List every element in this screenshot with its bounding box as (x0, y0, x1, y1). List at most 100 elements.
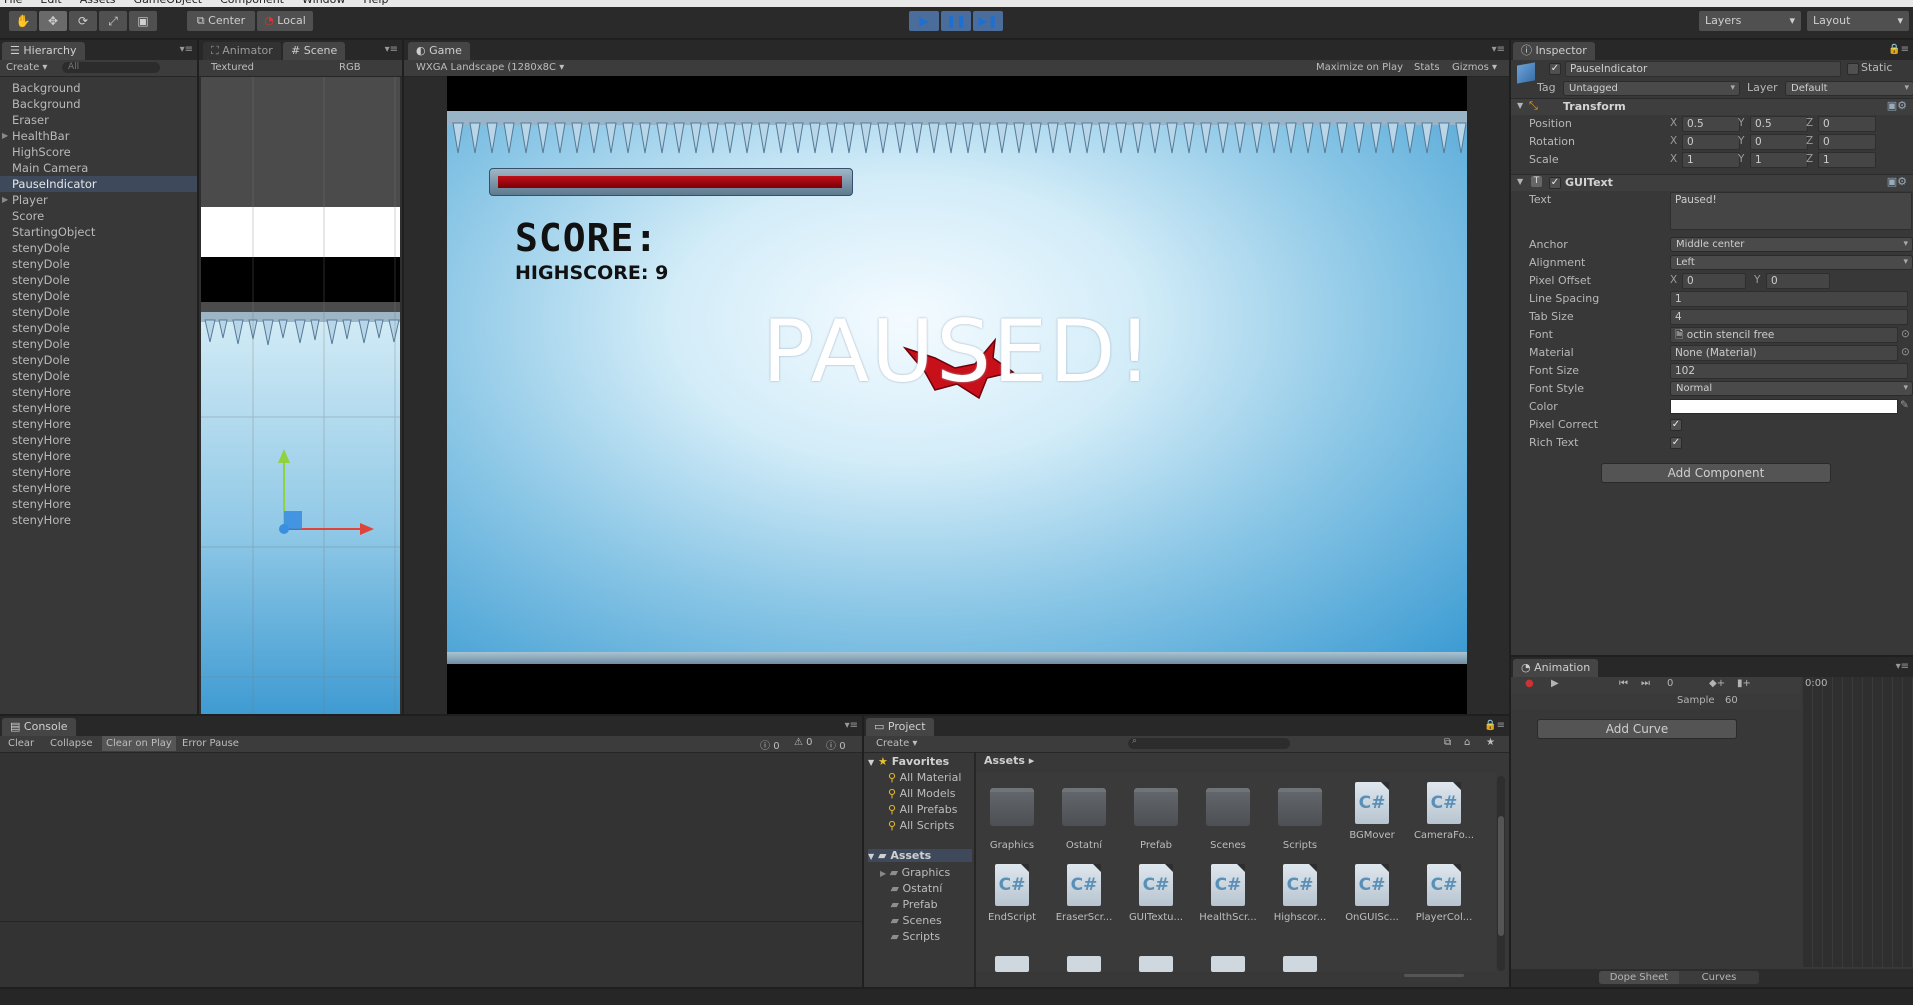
asset-script[interactable]: C# PlayerCol... (1412, 864, 1476, 923)
alignment-dropdown[interactable]: Left (1670, 255, 1913, 270)
project-search-input[interactable]: ⌕ (1128, 736, 1290, 749)
info-count-toggle[interactable]: ⓘ 0 (760, 737, 780, 752)
create-dropdown[interactable]: Create ▾ (6, 62, 47, 73)
tab-project[interactable]: ▭ Project (866, 718, 934, 736)
favorite-item[interactable]: ⚲ All Material (888, 771, 961, 784)
asset-script[interactable]: C# CameraFo... (1412, 782, 1476, 841)
rich-text-checkbox[interactable]: ✓ (1670, 437, 1682, 449)
menu-file[interactable]: File (4, 0, 22, 6)
hierarchy-item[interactable]: Background (0, 80, 197, 96)
asset-script[interactable]: C# OnGUISc... (1340, 864, 1404, 923)
filter-label-icon[interactable]: ⌂ (1464, 737, 1470, 748)
hierarchy-item[interactable]: ▶ Player (0, 192, 197, 208)
favorite-item[interactable]: ⚲ All Scripts (888, 819, 954, 832)
shading-dropdown[interactable]: Textured (211, 62, 254, 73)
font-style-dropdown[interactable]: Normal (1670, 381, 1913, 396)
rotation-x-field[interactable]: 0 (1682, 134, 1740, 150)
tab-animation[interactable]: ◔ Animation (1513, 659, 1599, 677)
object-name-field[interactable]: PauseIndicator (1565, 61, 1841, 77)
console-detail-area[interactable] (0, 922, 862, 987)
project-create-dropdown[interactable]: Create ▾ (876, 738, 917, 749)
curves-tab[interactable]: Curves (1679, 971, 1759, 984)
game-viewport[interactable]: SCORE: HIGHSCORE: 9 PAUSED! (447, 76, 1467, 714)
console-log-area[interactable] (0, 753, 862, 922)
menu-gameobject[interactable]: GameObject (134, 0, 203, 6)
gizmos-toggle[interactable]: Gizmos ▾ (1452, 62, 1497, 73)
scale-y-field[interactable]: 1 (1750, 152, 1808, 168)
favorite-star-icon[interactable]: ★ (1486, 737, 1495, 748)
hierarchy-item[interactable]: PauseIndicator (0, 176, 197, 192)
font-field[interactable]: 🗎 octin stencil free (1670, 327, 1898, 343)
font-size-field[interactable]: 102 (1670, 363, 1908, 379)
pixel-offset-y-field[interactable]: 0 (1766, 273, 1830, 289)
hierarchy-item[interactable]: stenyDole (0, 272, 197, 288)
hierarchy-item[interactable]: stenyHore (0, 496, 197, 512)
hierarchy-item[interactable]: stenyHore (0, 512, 197, 528)
tab-inspector[interactable]: ⓘ Inspector (1513, 42, 1595, 60)
asset-folder[interactable]: Prefab (1124, 782, 1188, 851)
asset-folder-item[interactable]: ▰ Ostatní (880, 882, 943, 895)
asset-script[interactable]: C# GUITextu... (1124, 864, 1188, 923)
rect-tool-button[interactable]: ▣ (128, 10, 158, 32)
hierarchy-item[interactable]: stenyHore (0, 464, 197, 480)
tab-size-field[interactable]: 4 (1670, 309, 1908, 325)
hierarchy-item[interactable]: stenyHore (0, 384, 197, 400)
rotate-tool-button[interactable]: ⟳ (68, 10, 98, 32)
lock-icon[interactable]: 🔒≡ (1484, 720, 1505, 731)
anchor-dropdown[interactable]: Middle center (1670, 237, 1913, 252)
hand-tool-button[interactable]: ✋ (8, 10, 38, 32)
error-count-toggle[interactable]: ⓘ 0 (826, 737, 846, 752)
text-area[interactable]: Paused! (1670, 192, 1912, 230)
asset-script[interactable]: C# BGMover (1340, 782, 1404, 841)
menu-window[interactable]: Window (302, 0, 345, 6)
guitext-enabled-checkbox[interactable]: ✓ (1549, 177, 1561, 189)
frame-field[interactable]: 0 (1667, 678, 1673, 689)
add-curve-button[interactable]: Add Curve (1537, 719, 1737, 739)
line-spacing-field[interactable]: 1 (1670, 291, 1908, 307)
transform-header[interactable]: ▼ ⤡ Transform ▣⚙ (1511, 98, 1913, 115)
hierarchy-item[interactable]: stenyDole (0, 352, 197, 368)
hierarchy-item[interactable]: stenyDole (0, 256, 197, 272)
eyedropper-icon[interactable]: ✎ (1900, 399, 1909, 411)
move-tool-button[interactable]: ✥ (38, 10, 68, 32)
tab-animator[interactable]: ⛶ Animator (203, 42, 281, 60)
hierarchy-item[interactable]: stenyDole (0, 320, 197, 336)
layers-dropdown[interactable]: Layers ▾ (1698, 10, 1802, 32)
asset-script-partial[interactable] (995, 956, 1029, 972)
project-breadcrumb[interactable]: Assets ▸ (984, 754, 1034, 767)
play-icon[interactable]: ▶ (1551, 678, 1559, 689)
step-button[interactable]: ▶❚ (972, 10, 1004, 32)
hierarchy-item[interactable]: stenyDole (0, 288, 197, 304)
object-picker-icon[interactable]: ⊙ (1901, 346, 1910, 358)
panel-menu-icon[interactable]: ▾≡ (385, 44, 398, 55)
menu-help[interactable]: Help (363, 0, 388, 6)
pixel-correct-checkbox[interactable]: ✓ (1670, 419, 1682, 431)
play-button[interactable]: ▶ (908, 10, 940, 32)
hierarchy-item[interactable]: HighScore (0, 144, 197, 160)
active-checkbox[interactable]: ✓ (1549, 63, 1561, 75)
hierarchy-item[interactable]: stenyHore (0, 400, 197, 416)
assets-header[interactable]: ▼ ▰ Assets (868, 849, 972, 862)
add-event-icon[interactable]: ▮+ (1737, 678, 1751, 689)
color-swatch[interactable] (1670, 399, 1898, 414)
asset-folder[interactable]: Scenes (1196, 782, 1260, 851)
scale-z-field[interactable]: 1 (1818, 152, 1876, 168)
layout-dropdown[interactable]: Layout ▾ (1806, 10, 1910, 32)
tab-console[interactable]: ▤ Console (2, 718, 76, 736)
clear-button[interactable]: Clear (8, 738, 34, 749)
object-picker-icon[interactable]: ⊙ (1901, 328, 1910, 340)
asset-folder[interactable]: Scripts (1268, 782, 1332, 851)
layer-dropdown[interactable]: Default (1785, 81, 1913, 96)
scene-viewport[interactable] (201, 77, 400, 714)
asset-folder[interactable]: Graphics (980, 782, 1044, 851)
aspect-dropdown[interactable]: WXGA Landscape (1280x8C ▾ (416, 62, 564, 73)
hierarchy-item[interactable]: stenyHore (0, 416, 197, 432)
pause-button[interactable]: ❚❚ (940, 10, 972, 32)
favorite-item[interactable]: ⚲ All Models (888, 787, 955, 800)
rotation-y-field[interactable]: 0 (1750, 134, 1808, 150)
hierarchy-item[interactable]: stenyHore (0, 480, 197, 496)
panel-menu-icon[interactable]: ▾≡ (1492, 44, 1505, 55)
favorites-header[interactable]: ▼ ★ Favorites (868, 755, 949, 768)
hierarchy-item[interactable]: stenyDole (0, 240, 197, 256)
icon-size-slider[interactable] (1404, 974, 1464, 977)
